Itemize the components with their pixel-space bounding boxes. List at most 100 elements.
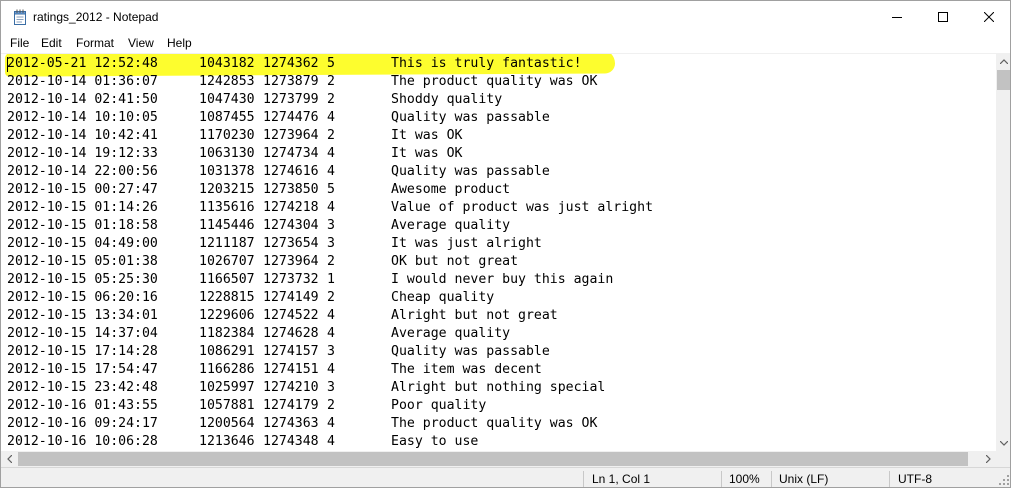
horizontal-scroll-thumb[interactable] [18,452,968,466]
vertical-scroll-thumb[interactable] [997,70,1010,90]
user-id: 1087455 [199,110,255,125]
review-text: Awesome product [391,182,511,197]
timestamp: 2012-10-15 05:25:30 [7,272,158,287]
close-icon [984,12,994,22]
menu-help[interactable]: Help [167,36,192,50]
user-id: 1166507 [199,272,255,287]
product-id: 1274210 [263,380,319,395]
maximize-button[interactable] [920,1,966,33]
review-text: Average quality [391,218,511,233]
review-text: The product quality was OK [391,416,598,431]
status-bar: Ln 1, Col 1 100% Unix (LF) UTF-8 [1,467,1010,487]
product-id: 1274363 [263,416,319,431]
user-id: 1025997 [199,380,255,395]
scroll-left-button[interactable] [1,451,17,467]
user-id: 1200564 [199,416,255,431]
user-id: 1213646 [199,434,255,449]
product-id: 1273799 [263,92,319,107]
review-text: I would never buy this again [391,272,614,287]
menu-file[interactable]: File [10,36,29,50]
timestamp: 2012-10-14 19:12:33 [7,146,158,161]
review-text: Value of product was just alright [391,200,654,215]
product-id: 1274304 [263,218,319,233]
rating: 1 [327,272,335,287]
timestamp: 2012-05-21 12:52:48 [7,56,158,71]
product-id: 1274522 [263,308,319,323]
product-id: 1273879 [263,74,319,89]
user-id: 1031378 [199,164,255,179]
title-bar[interactable]: ratings_2012 - Notepad [1,1,1010,33]
product-id: 1274476 [263,110,319,125]
product-id: 1274149 [263,290,319,305]
review-text: The product quality was OK [391,74,598,89]
text-editor[interactable]: 2012-05-21 12:52:48 1043182 1274362 5 This i… [1,53,996,451]
user-id: 1203215 [199,182,255,197]
rating: 5 [327,182,335,197]
rating: 4 [327,164,335,179]
timestamp: 2012-10-16 09:24:17 [7,416,158,431]
rating: 4 [327,326,335,341]
user-id: 1043182 [199,56,255,71]
chevron-left-icon [6,455,12,463]
rating: 4 [327,200,335,215]
close-button[interactable] [966,1,1010,33]
scroll-down-button[interactable] [996,435,1010,451]
timestamp: 2012-10-15 04:49:00 [7,236,158,251]
review-text: Poor quality [391,398,487,413]
cursor-position: Ln 1, Col 1 [592,472,651,486]
product-id: 1274157 [263,344,319,359]
timestamp: 2012-10-14 10:42:41 [7,128,158,143]
menu-bar: File Edit Format View Help [1,33,1010,53]
review-text: Quality was passable [391,344,550,359]
menu-edit[interactable]: Edit [41,36,62,50]
rating: 2 [327,290,335,305]
rating: 2 [327,92,335,107]
review-text: OK but not great [391,254,519,269]
rating: 3 [327,380,335,395]
review-text: Shoddy quality [391,92,503,107]
timestamp: 2012-10-15 17:14:28 [7,344,158,359]
timestamp: 2012-10-15 05:01:38 [7,254,158,269]
user-id: 1047430 [199,92,255,107]
user-id: 1166286 [199,362,255,377]
menu-view[interactable]: View [128,36,154,50]
status-separator [721,471,722,487]
timestamp: 2012-10-15 01:14:26 [7,200,158,215]
zoom-level: 100% [729,472,760,486]
rating: 3 [327,344,335,359]
vertical-scrollbar[interactable] [996,53,1010,451]
review-text: This is truly fantastic! [391,56,582,71]
notepad-window: ratings_2012 - Notepad File Edit Format … [0,0,1011,488]
timestamp: 2012-10-15 14:37:04 [7,326,158,341]
timestamp: 2012-10-15 17:54:47 [7,362,158,377]
timestamp: 2012-10-16 10:06:28 [7,434,158,449]
scroll-right-button[interactable] [980,451,996,467]
status-separator [583,471,584,487]
menu-format[interactable]: Format [76,36,114,50]
minimize-button[interactable] [874,1,920,33]
window-title: ratings_2012 - Notepad [33,10,159,24]
product-id: 1273964 [263,128,319,143]
user-id: 1135616 [199,200,255,215]
horizontal-scrollbar[interactable] [1,451,996,467]
product-id: 1274179 [263,398,319,413]
chevron-up-icon [1000,58,1008,64]
user-id: 1228815 [199,290,255,305]
review-text: It was OK [391,128,463,143]
scroll-up-button[interactable] [996,53,1010,69]
line-endings: Unix (LF) [779,472,829,486]
minimize-icon [892,17,902,18]
timestamp: 2012-10-15 23:42:48 [7,380,158,395]
chevron-right-icon [985,455,991,463]
review-text: Cheap quality [391,290,495,305]
product-id: 1273732 [263,272,319,287]
rating: 2 [327,128,335,143]
review-text: Quality was passable [391,110,550,125]
product-id: 1274151 [263,362,319,377]
timestamp: 2012-10-14 01:36:07 [7,74,158,89]
rating: 4 [327,146,335,161]
product-id: 1273654 [263,236,319,251]
review-text: The item was decent [391,362,542,377]
review-text: Alright but not great [391,308,558,323]
resize-grip-icon[interactable] [996,472,1010,486]
